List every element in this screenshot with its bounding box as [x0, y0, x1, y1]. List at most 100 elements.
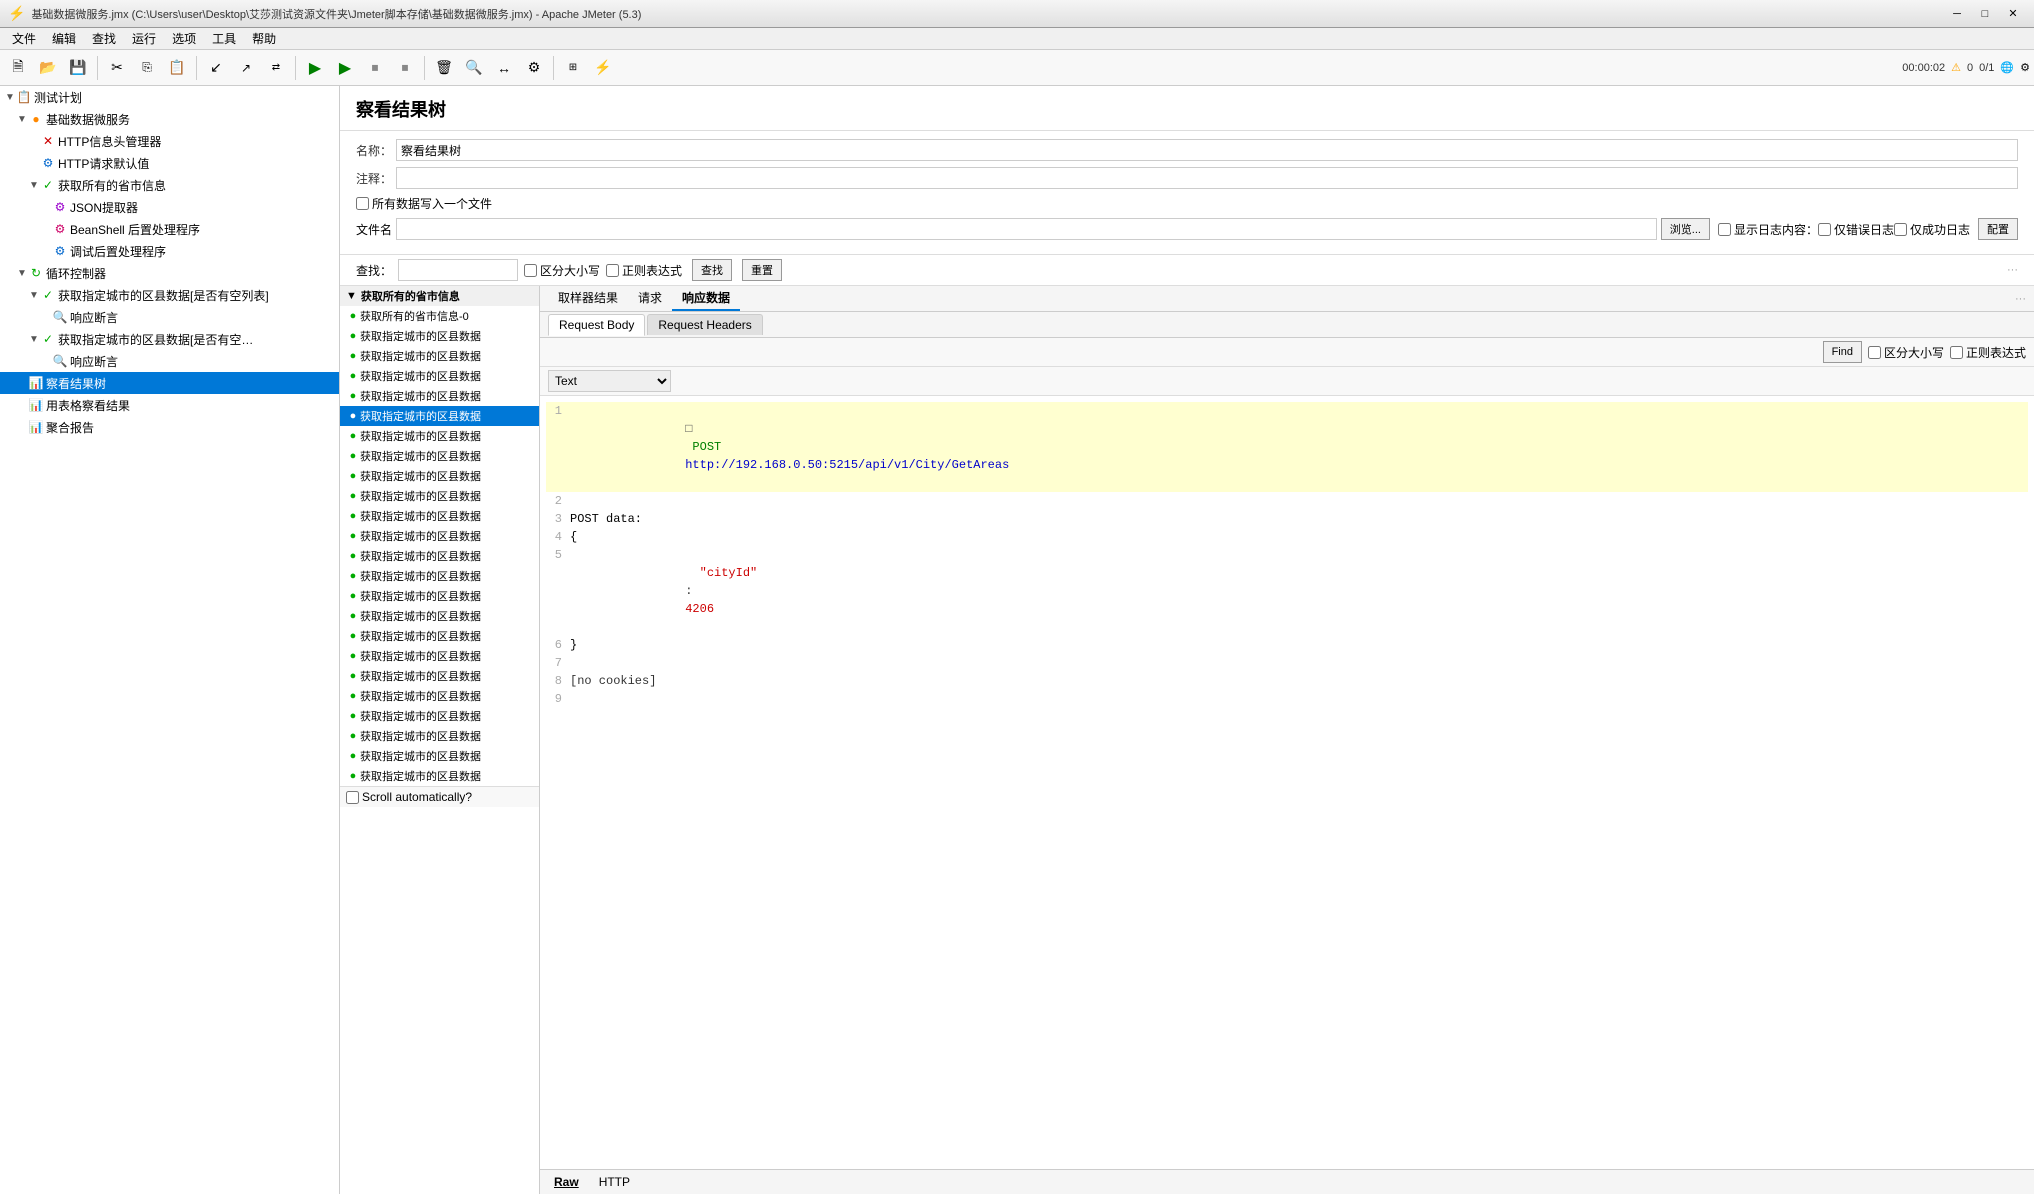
only-error-checkbox[interactable] [1818, 223, 1831, 236]
only-error-label[interactable]: 仅错误日志 [1818, 221, 1894, 238]
tab-response[interactable]: 响应数据 [672, 286, 740, 311]
find-regex-checkbox[interactable] [1950, 346, 1963, 359]
tree-node-agg-report[interactable]: 📊 聚合报告 [0, 416, 339, 438]
menu-run[interactable]: 运行 [124, 28, 164, 50]
list-item-20[interactable]: ● 获取指定城市的区县数据 [340, 706, 539, 726]
list-item-15[interactable]: ● 获取指定城市的区县数据 [340, 606, 539, 626]
expand-button[interactable]: ↙ [202, 54, 230, 82]
tree-node-table-result[interactable]: 📊 用表格察看结果 [0, 394, 339, 416]
scroll-auto-checkbox[interactable] [346, 791, 359, 804]
tree-node-json-extractor[interactable]: ⚙ JSON提取器 [0, 196, 339, 218]
list-item-0[interactable]: ● 获取所有的省市信息-0 [340, 306, 539, 326]
find-button[interactable]: 查找 [692, 259, 732, 281]
only-success-label[interactable]: 仅成功日志 [1894, 221, 1970, 238]
list-item-21[interactable]: ● 获取指定城市的区县数据 [340, 726, 539, 746]
find-regex-label[interactable]: 正则表达式 [1950, 344, 2026, 361]
case-sensitive-label[interactable]: 区分大小写 [524, 262, 600, 279]
tree-node-assert2[interactable]: 🔍 响应断言 [0, 350, 339, 372]
write-file-checkbox-label[interactable]: 所有数据写入一个文件 [356, 195, 492, 212]
menu-find[interactable]: 查找 [84, 28, 124, 50]
tree-node-test-plan[interactable]: ▼ 📋 测试计划 [0, 86, 339, 108]
case-sensitive-checkbox[interactable] [524, 264, 537, 277]
tree-node-get-province[interactable]: ▼ ✓ 获取所有的省市信息 [0, 174, 339, 196]
list-item-13[interactable]: ● 获取指定城市的区县数据 [340, 566, 539, 586]
show-log-label[interactable]: 显示日志内容： [1718, 221, 1818, 238]
list-item-7[interactable]: ● 获取指定城市的区县数据 [340, 446, 539, 466]
list-item-3[interactable]: ● 获取指定城市的区县数据 [340, 366, 539, 386]
file-input[interactable] [396, 218, 1657, 240]
list-item-6[interactable]: ● 获取指定城市的区县数据 [340, 426, 539, 446]
minimize-button[interactable]: ─ [1944, 4, 1970, 24]
tree-node-debug-post[interactable]: ⚙ 调试后置处理程序 [0, 240, 339, 262]
comment-input[interactable] [396, 167, 2018, 189]
copy-button[interactable]: ⎘ [133, 54, 161, 82]
menu-tools[interactable]: 工具 [204, 28, 244, 50]
stop-node-button[interactable]: ⏹ [391, 54, 419, 82]
menu-help[interactable]: 帮助 [244, 28, 284, 50]
tree-node-view-result[interactable]: 📊 察看结果树 [0, 372, 339, 394]
list-item-22[interactable]: ● 获取指定城市的区县数据 [340, 746, 539, 766]
tree-node-assert1[interactable]: 🔍 响应断言 [0, 306, 339, 328]
list-item-9[interactable]: ● 获取指定城市的区县数据 [340, 486, 539, 506]
list-item-1[interactable]: ● 获取指定城市的区县数据 [340, 326, 539, 346]
tree-node-loop-ctrl[interactable]: ▼ ↻ 循环控制器 [0, 262, 339, 284]
find-bar-button[interactable]: Find [1823, 341, 1862, 363]
stop-button[interactable]: ⏹ [361, 54, 389, 82]
find-case-label[interactable]: 区分大小写 [1868, 344, 1944, 361]
menu-options[interactable]: 选项 [164, 28, 204, 50]
list-item-12[interactable]: ● 获取指定城市的区县数据 [340, 546, 539, 566]
format-select[interactable]: Text XML JSON HTML CSS/JQuery XPath Test… [548, 370, 671, 392]
remote-button[interactable]: ⚡ [589, 54, 617, 82]
tree-node-get-district[interactable]: ▼ ✓ 获取指定城市的区县数据[是否有空列表] [0, 284, 339, 306]
save-button[interactable]: 💾 [64, 54, 92, 82]
tab-request-body[interactable]: Request Body [548, 314, 645, 336]
regex-label[interactable]: 正则表达式 [606, 262, 682, 279]
menu-edit[interactable]: 编辑 [44, 28, 84, 50]
code-view[interactable]: 1 □ POST http://192.168.0.50:5215/api/v1… [540, 396, 2034, 1169]
only-success-checkbox[interactable] [1894, 223, 1907, 236]
scroll-auto-label[interactable]: Scroll automatically? [346, 790, 472, 804]
toggle-button[interactable]: ⇄ [262, 54, 290, 82]
tab-sampler-results[interactable]: 取样器结果 [548, 286, 628, 311]
write-file-checkbox[interactable] [356, 197, 369, 210]
list-item-4[interactable]: ● 获取指定城市的区县数据 [340, 386, 539, 406]
regex-checkbox[interactable] [606, 264, 619, 277]
list-item-11[interactable]: ● 获取指定城市的区县数据 [340, 526, 539, 546]
list-item-10[interactable]: ● 获取指定城市的区县数据 [340, 506, 539, 526]
close-button[interactable]: ✕ [2000, 4, 2026, 24]
search-input[interactable] [398, 259, 518, 281]
list-item-2[interactable]: ● 获取指定城市的区县数据 [340, 346, 539, 366]
run-node-button[interactable]: ▶ [331, 54, 359, 82]
bottom-tab-http[interactable]: HTTP [593, 1173, 636, 1191]
tree-node-get-district2[interactable]: ▼ ✓ 获取指定城市的区县数据[是否有空列表] [0, 328, 339, 350]
tree-node-http-header[interactable]: ✕ HTTP信息头管理器 [0, 130, 339, 152]
table-button[interactable]: ⊞ [559, 54, 587, 82]
config-button[interactable]: 配置 [1978, 218, 2018, 240]
collapse-button[interactable]: ↗ [232, 54, 260, 82]
list-item-19[interactable]: ● 获取指定城市的区县数据 [340, 686, 539, 706]
clear-button[interactable]: 🗑 [430, 54, 458, 82]
search-button[interactable]: 🔍 [460, 54, 488, 82]
browse-button[interactable]: 浏览... [1661, 218, 1710, 240]
list-item-8[interactable]: ● 获取指定城市的区县数据 [340, 466, 539, 486]
find-case-checkbox[interactable] [1868, 346, 1881, 359]
open-button[interactable]: 📂 [34, 54, 62, 82]
tree-node-base-service[interactable]: ▼ ● 基础数据微服务 [0, 108, 339, 130]
show-log-checkbox[interactable] [1718, 223, 1731, 236]
list-item-18[interactable]: ● 获取指定城市的区县数据 [340, 666, 539, 686]
tree-node-beanshell[interactable]: ⚙ BeanShell 后置处理程序 [0, 218, 339, 240]
bottom-tab-raw[interactable]: Raw [548, 1173, 585, 1191]
reset-button[interactable]: 重置 [742, 259, 782, 281]
workbench-button[interactable]: ⚙ [520, 54, 548, 82]
tab-request-headers[interactable]: Request Headers [647, 314, 762, 335]
scroll-button[interactable]: ↔ [490, 54, 518, 82]
list-item-17[interactable]: ● 获取指定城市的区县数据 [340, 646, 539, 666]
tree-node-http-default[interactable]: ⚙ HTTP请求默认值 [0, 152, 339, 174]
list-item-5[interactable]: ● 获取指定城市的区县数据 [340, 406, 539, 426]
run-button[interactable]: ▶ [301, 54, 329, 82]
paste-button[interactable]: 📋 [163, 54, 191, 82]
name-input[interactable] [396, 139, 2018, 161]
maximize-button[interactable]: □ [1972, 4, 1998, 24]
new-button[interactable]: 🗎 [4, 54, 32, 82]
cut-button[interactable]: ✂ [103, 54, 131, 82]
